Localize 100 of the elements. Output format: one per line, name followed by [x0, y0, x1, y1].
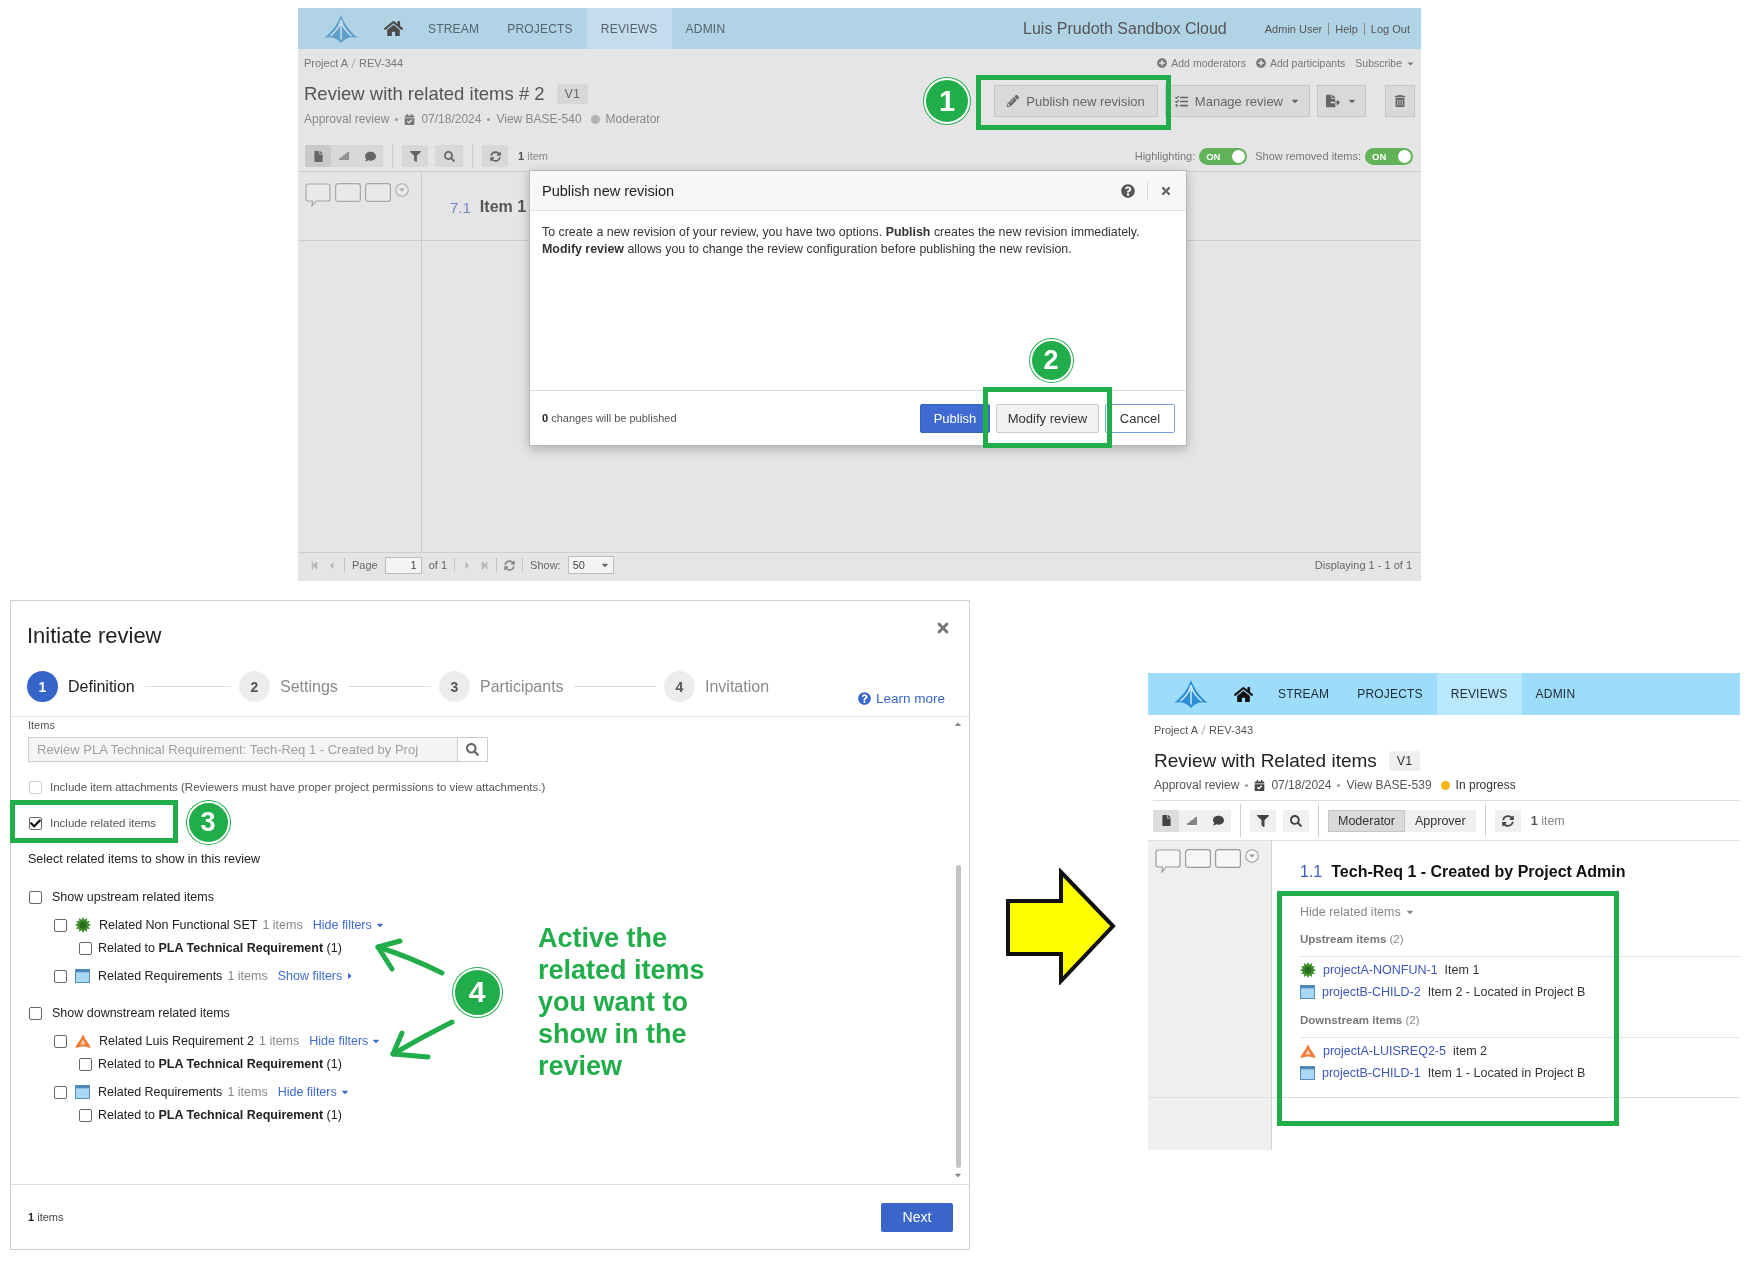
refresh-icon[interactable]	[504, 559, 516, 571]
nav-tab[interactable]: PROJECTS	[1343, 673, 1437, 715]
checkbox[interactable]	[29, 1006, 42, 1020]
item-link[interactable]: projectB-CHILD-2	[1322, 985, 1421, 999]
logo-icon[interactable]	[1173, 679, 1209, 709]
review-type: Approval review	[304, 112, 390, 126]
step-number: 1	[27, 671, 58, 702]
close-icon[interactable]	[1160, 184, 1172, 197]
nav-tab[interactable]: ADMIN	[671, 8, 740, 49]
manage-review-button[interactable]: Manage review	[1164, 85, 1310, 117]
checkbox[interactable]	[79, 1108, 92, 1122]
dialog-button[interactable]: Modify review	[996, 403, 1099, 433]
baseline-link[interactable]: View BASE-539	[1346, 778, 1432, 792]
page-input[interactable]: 1	[384, 556, 422, 574]
user-link[interactable]: Admin User	[1258, 22, 1329, 35]
checkbox[interactable]	[54, 1085, 67, 1099]
scrollbar-thumb[interactable]	[955, 865, 961, 1168]
checkbox[interactable]	[54, 918, 67, 932]
item-link[interactable]: projectB-CHILD-1	[1322, 1066, 1421, 1080]
filter-button[interactable]	[402, 145, 428, 167]
breadcrumb-link[interactable]: REV-344	[359, 57, 404, 69]
step-number: 4	[664, 671, 695, 702]
role-tab[interactable]: Moderator	[1328, 809, 1405, 832]
checkbox[interactable]	[79, 941, 92, 955]
bar-chart-icon	[339, 151, 349, 161]
nav-tab[interactable]: REVIEWS	[586, 8, 672, 49]
pager-label: Page	[352, 559, 378, 571]
toggle-label: Show removed items:	[1255, 150, 1361, 162]
document-icon	[1160, 815, 1172, 826]
home-icon[interactable]	[1234, 684, 1253, 704]
breadcrumb-link[interactable]: Project A	[1154, 724, 1199, 736]
dropdown-circle-icon[interactable]	[1245, 849, 1259, 863]
status-label: Moderator	[605, 112, 661, 126]
nav-tab[interactable]: PROJECTS	[493, 8, 587, 49]
item-count: 1 items	[227, 1085, 268, 1099]
option-label: Include item attachments (Reviewers must have proper project permissions to view attachments.)	[50, 781, 546, 793]
home-icon[interactable]	[384, 19, 403, 38]
calendar-icon	[404, 113, 416, 125]
filter-icon	[409, 150, 421, 162]
delete-button[interactable]	[1385, 85, 1415, 117]
window-icon	[75, 1085, 90, 1099]
help-icon[interactable]	[1121, 183, 1135, 198]
card-outline-icon[interactable]	[1215, 849, 1241, 868]
view-button[interactable]	[1153, 809, 1179, 832]
user-link[interactable]: Log Out	[1363, 22, 1416, 35]
learn-more-link[interactable]: Learn more	[857, 691, 945, 706]
section-heading: Upstream items (2)	[1300, 932, 1405, 947]
filter-toggle-link[interactable]: Hide filters	[309, 1034, 382, 1048]
item-link[interactable]: projectA-NONFUN-1	[1323, 963, 1438, 977]
dialog-button[interactable]: Cancel	[1105, 403, 1175, 433]
subscribe-menu[interactable]: Subscribe	[1355, 57, 1415, 69]
filter-toggle-link[interactable]: Hide filters	[312, 918, 385, 932]
filter-toggle-link[interactable]: Show filters	[277, 969, 356, 983]
nav-tab[interactable]: STREAM	[414, 8, 494, 49]
nav-tab[interactable]: REVIEWS	[1436, 673, 1522, 715]
search-button[interactable]	[458, 737, 488, 762]
breadcrumb-link[interactable]: REV-343	[1209, 724, 1254, 736]
trefoil-icon	[1300, 1043, 1316, 1059]
user-link[interactable]: Help	[1328, 22, 1364, 35]
next-button[interactable]: Next	[881, 1202, 953, 1232]
refresh-button[interactable]	[1494, 809, 1521, 832]
checkbox[interactable]	[54, 969, 67, 983]
filter-toggle-link[interactable]: Hide filters	[277, 1085, 350, 1099]
close-icon[interactable]	[935, 620, 951, 636]
add-link[interactable]: Add moderators	[1157, 57, 1246, 69]
bar-chart-icon	[1187, 815, 1197, 826]
toggle-label: Highlighting:	[1134, 150, 1196, 162]
review-title: Review with Related items	[1154, 750, 1377, 772]
checkbox[interactable]	[54, 1034, 67, 1048]
nav-tab[interactable]: ADMIN	[1521, 673, 1590, 715]
window-icon	[75, 969, 90, 983]
hide-related-link[interactable]: Hide related items	[1300, 903, 1415, 921]
page-size-select[interactable]: 50	[567, 556, 614, 574]
refresh-button[interactable]	[482, 145, 508, 167]
refresh-icon	[489, 150, 501, 162]
view-button[interactable]	[1205, 809, 1231, 832]
status-label: In progress	[1455, 778, 1516, 792]
window-icon	[1300, 985, 1315, 999]
search-button[interactable]	[1283, 809, 1309, 832]
option-label: Include related items	[50, 817, 157, 829]
role-tab[interactable]: Approver	[1405, 809, 1476, 832]
breadcrumb-link[interactable]: Project A	[304, 57, 349, 69]
view-button[interactable]	[357, 145, 383, 167]
trefoil-icon	[75, 1033, 91, 1049]
review-date: 07/18/2024	[1271, 778, 1332, 792]
add-link[interactable]: Add participants	[1256, 57, 1346, 69]
filter-button[interactable]	[1250, 809, 1276, 832]
window-icon	[1300, 1066, 1315, 1080]
checkbox[interactable]	[29, 890, 42, 904]
filter-label: Related to PLA Technical Requirement (1)	[98, 941, 342, 955]
filter-label: Related to PLA Technical Requirement (1)	[98, 1057, 342, 1071]
export-button[interactable]	[1317, 85, 1366, 117]
checkbox[interactable]	[29, 816, 42, 830]
card-outline-icon[interactable]	[1185, 849, 1211, 868]
checkbox[interactable]	[79, 1057, 92, 1071]
item-link[interactable]: projectA-LUISREQ2-5	[1323, 1044, 1446, 1058]
baseline-link[interactable]: View BASE-540	[496, 112, 582, 126]
nav-tab[interactable]: STREAM	[1264, 673, 1344, 715]
publish-revision-button[interactable]: Publish new revision	[994, 85, 1158, 117]
dialog-button[interactable]: Publish	[920, 403, 990, 433]
